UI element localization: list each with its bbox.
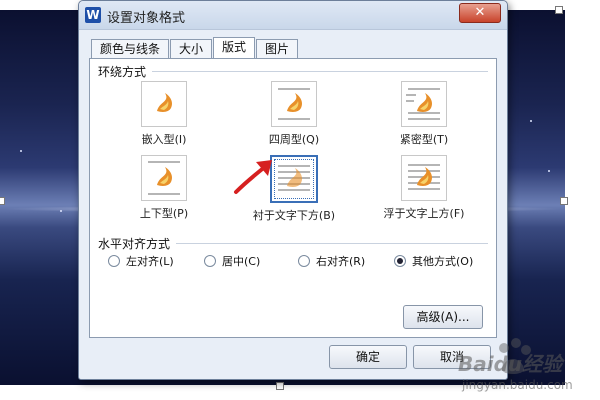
tab-bar: 颜色与线条 大小 版式 图片 xyxy=(91,37,299,58)
close-button[interactable]: ✕ xyxy=(459,3,501,23)
radio-label: 左对齐(L) xyxy=(126,255,174,268)
top-bottom-wrap-icon xyxy=(141,155,187,201)
resize-handle[interactable] xyxy=(276,382,284,390)
advanced-button[interactable]: 高级(A)... xyxy=(403,305,483,329)
resize-handle[interactable] xyxy=(560,197,568,205)
resize-handle[interactable] xyxy=(555,6,563,14)
star xyxy=(20,150,22,152)
tab-size[interactable]: 大小 xyxy=(170,39,213,58)
radio-label: 右对齐(R) xyxy=(316,255,366,268)
align-left-radio[interactable]: 左对齐(L) xyxy=(108,253,174,269)
red-arrow-annotation xyxy=(234,160,272,194)
wps-writer-icon: W xyxy=(85,7,101,23)
wrap-option-label: 嵌入型(I) xyxy=(141,133,187,146)
align-right-radio[interactable]: 右对齐(R) xyxy=(298,253,365,269)
tab-colors-lines[interactable]: 颜色与线条 xyxy=(91,39,170,58)
radio-circle[interactable] xyxy=(394,255,406,267)
inline-wrap-icon xyxy=(141,81,187,127)
wrap-section-label: 环绕方式 xyxy=(98,65,147,79)
wrap-option-label: 衬于文字下方(B) xyxy=(252,209,336,222)
in-front-wrap-icon xyxy=(401,155,447,201)
wrap-option-tight[interactable]: 紧密型(T) xyxy=(366,81,482,147)
square-wrap-icon xyxy=(271,81,317,127)
format-object-dialog: W 设置对象格式 ✕ 颜色与线条 大小 版式 图片 环绕方式 嵌入型(I) 四周… xyxy=(78,0,508,380)
radio-circle[interactable] xyxy=(108,255,120,267)
baidu-watermark: Baidu经验 jingyan.baidu.com xyxy=(448,336,598,398)
watermark-url: jingyan.baidu.com xyxy=(462,378,573,392)
star xyxy=(548,170,550,172)
divider xyxy=(152,71,488,72)
star xyxy=(60,210,62,212)
behind-text-wrap-icon xyxy=(270,155,318,203)
wrap-option-label: 紧密型(T) xyxy=(399,133,449,146)
align-section-label: 水平对齐方式 xyxy=(98,237,171,251)
divider xyxy=(176,243,488,244)
tab-picture[interactable]: 图片 xyxy=(256,39,299,58)
watermark-brand: Baidu经验 xyxy=(458,352,563,376)
wrap-option-label: 四周型(Q) xyxy=(268,133,320,146)
radio-circle[interactable] xyxy=(298,255,310,267)
align-other-radio[interactable]: 其他方式(O) xyxy=(394,253,473,269)
tab-layout[interactable]: 版式 xyxy=(213,37,256,58)
resize-handle[interactable] xyxy=(0,197,5,205)
radio-circle[interactable] xyxy=(204,255,216,267)
title-bar[interactable]: W 设置对象格式 ✕ xyxy=(79,1,507,30)
ok-button[interactable]: 确定 xyxy=(329,345,407,369)
wrap-option-in-front[interactable]: 浮于文字上方(F) xyxy=(366,155,482,221)
radio-label: 其他方式(O) xyxy=(412,255,474,268)
dialog-title: 设置对象格式 xyxy=(107,11,186,26)
radio-label: 居中(C) xyxy=(222,255,261,268)
wrap-option-label: 浮于文字上方(F) xyxy=(383,207,465,220)
tight-wrap-icon xyxy=(401,81,447,127)
align-center-radio[interactable]: 居中(C) xyxy=(204,253,260,269)
layout-panel: 环绕方式 嵌入型(I) 四周型(Q) 紧密型(T) 上下型(P) 衬于文字下方(… xyxy=(89,58,497,338)
wrap-option-inline[interactable]: 嵌入型(I) xyxy=(106,81,222,147)
star xyxy=(530,120,532,122)
wrap-option-label: 上下型(P) xyxy=(139,207,189,220)
wrap-option-top-bottom[interactable]: 上下型(P) xyxy=(106,155,222,221)
wrap-option-square[interactable]: 四周型(Q) xyxy=(236,81,352,147)
